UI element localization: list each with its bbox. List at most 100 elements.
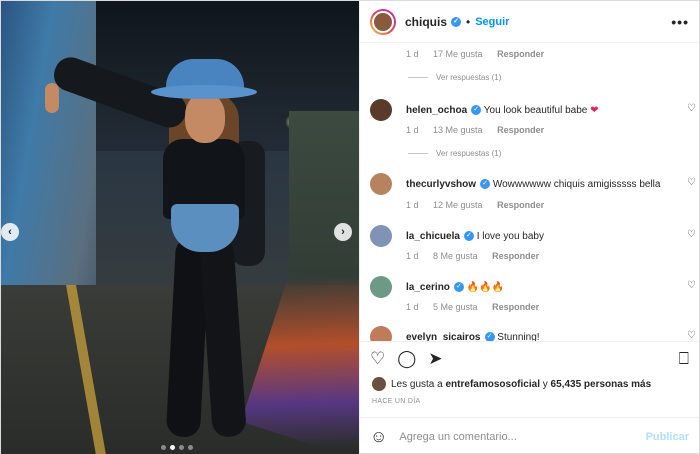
verified-icon: ✓ (463, 230, 474, 241)
comment-age: 1 d (406, 251, 419, 261)
comment-likes[interactable]: 5 Me gusta (433, 302, 478, 312)
post-header: chiquis ✓ • Seguir ••• (360, 1, 699, 43)
header-separator: • (466, 14, 471, 29)
comment-age: 1 d (406, 200, 419, 210)
commenter-avatar[interactable] (370, 173, 392, 195)
carousel-dot (188, 445, 193, 450)
comment-body: helen_ochoa ✓ You look beautiful babe ❤ (406, 105, 599, 116)
liker-username[interactable]: entrefamososoficial (446, 379, 540, 390)
comment-text: Stunning! (497, 331, 540, 342)
likes-prefix: Les gusta a (391, 378, 443, 390)
post-timestamp[interactable]: HACE UN DÍA (360, 393, 699, 409)
comment-meta: 1 d 12 Me gusta Responder (406, 200, 556, 210)
comment-body: la_chicuela ✓ I love you baby (406, 231, 544, 242)
comment-likes[interactable]: 17 Me gusta (433, 49, 483, 59)
comment-item: la_cerino ✓ 🔥🔥🔥 ♡ (370, 276, 699, 298)
commenter-username[interactable]: evelyn_sicairos (406, 332, 481, 342)
comment-body: thecurlyvshow ✓ Wowwwwww chiquis amigisss… (406, 179, 660, 190)
commenter-avatar[interactable] (370, 225, 392, 247)
share-icon[interactable]: ➤ (428, 349, 442, 369)
comment-likes[interactable]: 13 Me gusta (433, 125, 483, 135)
person-hand (45, 83, 59, 113)
comment-icon[interactable]: ◯ (397, 349, 416, 369)
author-username-text: chiquis (405, 14, 448, 29)
comment-meta: 1 d 13 Me gusta Responder (406, 125, 556, 135)
carousel-dots (161, 445, 193, 450)
comment-item: evelyn_sicairos ✓ Stunning! ♡ (370, 326, 699, 341)
next-photo-button[interactable]: › (334, 223, 352, 241)
like-comment-heart-icon[interactable]: ♡ (687, 330, 696, 341)
commenter-username[interactable]: thecurlyvshow (406, 179, 476, 190)
commenter-username[interactable]: la_cerino (406, 282, 450, 293)
comment-age: 1 d (406, 302, 419, 312)
carousel-dot-active (170, 445, 175, 450)
comments-list[interactable]: 1 d 17 Me gusta Responder Ver respuestas… (360, 43, 699, 341)
likes-connector: y (542, 378, 548, 390)
comment-composer: ☺ Publicar (360, 417, 699, 454)
reply-button[interactable]: Responder (497, 200, 544, 210)
comment-item: la_chicuela ✓ I love you baby ♡ (370, 225, 699, 247)
author-username[interactable]: chiquis ✓ (405, 14, 462, 29)
instagram-post: ‹ › chiquis ✓ • Seguir ••• 1 d 17 Me gust… (0, 0, 700, 454)
person-figure (1, 1, 359, 454)
heart-emoji: ❤ (590, 104, 599, 116)
post-side-panel: chiquis ✓ • Seguir ••• 1 d 17 Me gusta Re… (359, 1, 699, 454)
reply-button[interactable]: Responder (492, 251, 539, 261)
comment-text: You look beautiful babe (483, 104, 588, 116)
like-comment-heart-icon[interactable]: ♡ (687, 103, 696, 114)
comment-text: Wowwwwww chiquis amigisssss bella (492, 178, 661, 190)
person-face (185, 93, 225, 143)
commenter-username[interactable]: helen_ochoa (406, 105, 467, 116)
author-avatar[interactable] (370, 8, 396, 35)
publish-button[interactable]: Publicar (646, 431, 689, 443)
view-replies-button[interactable]: Ver respuestas (1) (408, 73, 501, 82)
comment-item: helen_ochoa ✓ You look beautiful babe ❤ ♡ (370, 99, 699, 121)
previous-photo-button[interactable]: ‹ (1, 223, 19, 241)
comment-input[interactable] (399, 430, 646, 443)
reply-button[interactable]: Responder (497, 125, 544, 135)
fire-emoji: 🔥🔥🔥 (466, 281, 505, 293)
verified-icon: ✓ (451, 17, 462, 28)
post-actions-bar: ♡ ◯ ➤ ⎕ (360, 341, 699, 375)
comment-body: evelyn_sicairos ✓ Stunning! (406, 331, 540, 342)
more-options-icon[interactable]: ••• (671, 14, 689, 30)
commenter-avatar[interactable] (370, 99, 392, 121)
likes-summary: Les gusta a entrefamososoficial y 65,435… (360, 375, 699, 393)
comment-item: thecurlyvshow ✓ Wowwwwww chiquis amigisss… (370, 173, 699, 195)
chevron-right-icon: › (341, 226, 345, 238)
emoji-picker-icon[interactable]: ☺ (370, 427, 387, 447)
follow-button[interactable]: Seguir (475, 16, 509, 28)
like-comment-heart-icon[interactable]: ♡ (687, 177, 696, 188)
verified-icon: ✓ (453, 281, 464, 292)
chevron-left-icon: ‹ (8, 226, 12, 238)
post-photo[interactable]: ‹ › (1, 1, 359, 454)
carousel-dot (179, 445, 184, 450)
verified-icon: ✓ (471, 104, 482, 115)
comment-likes[interactable]: 12 Me gusta (433, 200, 483, 210)
comment-text: I love you baby (476, 230, 544, 242)
view-replies-button[interactable]: Ver respuestas (1) (408, 149, 501, 158)
commenter-avatar[interactable] (370, 326, 392, 341)
liker-avatar[interactable] (372, 377, 386, 391)
reply-button[interactable]: Responder (497, 49, 544, 59)
verified-icon: ✓ (484, 331, 495, 341)
commenter-username[interactable]: la_chicuela (406, 231, 460, 242)
carousel-dot (161, 445, 166, 450)
like-comment-heart-icon[interactable]: ♡ (687, 280, 696, 291)
like-comment-heart-icon[interactable]: ♡ (687, 229, 696, 240)
person-hat-brim (151, 85, 257, 99)
verified-icon: ✓ (480, 178, 491, 189)
commenter-avatar[interactable] (370, 276, 392, 298)
person-leg-right (199, 236, 247, 438)
like-heart-icon[interactable]: ♡ (370, 349, 385, 369)
view-replies-label: Ver respuestas (1) (436, 73, 502, 82)
comment-meta: 1 d 5 Me gusta Responder (406, 302, 551, 312)
view-replies-label: Ver respuestas (1) (436, 149, 502, 158)
comment-likes[interactable]: 8 Me gusta (433, 251, 478, 261)
reply-button[interactable]: Responder (492, 302, 539, 312)
bookmark-icon[interactable]: ⎕ (679, 349, 689, 369)
likes-count[interactable]: 65,435 personas más (551, 379, 652, 390)
comment-age: 1 d (406, 125, 419, 135)
comment-body: la_cerino ✓ 🔥🔥🔥 (406, 282, 504, 293)
comment-age: 1 d (406, 49, 419, 59)
